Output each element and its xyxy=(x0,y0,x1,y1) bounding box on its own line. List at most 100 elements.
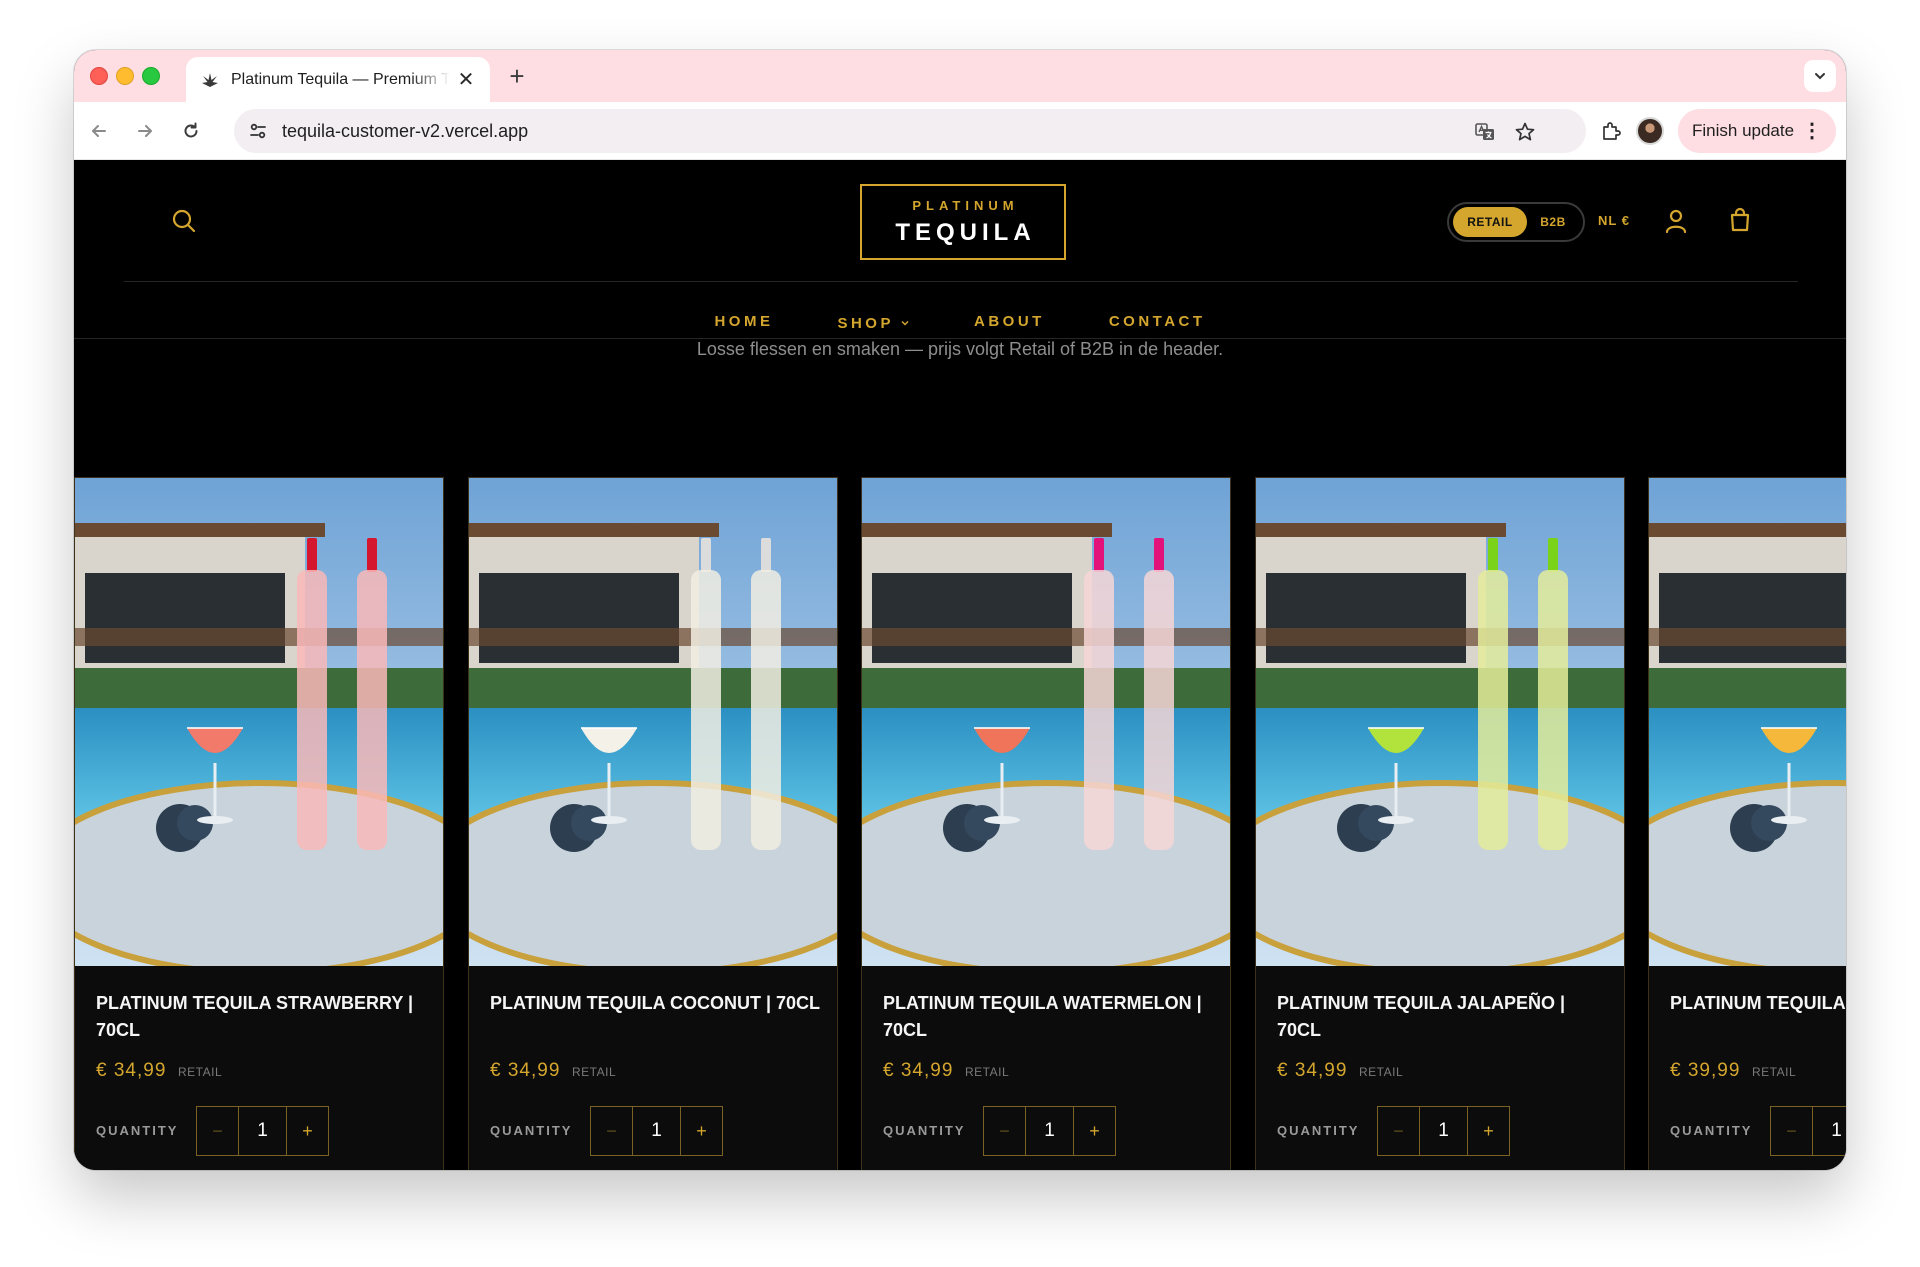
product-card: PLATINUM TEQUILA STRAWBERRY | 70CL € 34,… xyxy=(74,477,444,1170)
increase-quantity-button[interactable]: + xyxy=(286,1107,328,1155)
product-name[interactable]: PLATINUM TEQUILA 70CL xyxy=(1670,990,1846,1017)
product-image[interactable] xyxy=(75,478,443,966)
search-icon xyxy=(172,209,196,233)
decrease-quantity-button[interactable]: − xyxy=(197,1107,239,1155)
quantity-stepper: − 1 + xyxy=(196,1106,329,1156)
quantity-label: QUANTITY xyxy=(1670,1123,1753,1138)
logo-top-text: PLATINUM xyxy=(912,197,1019,213)
product-image[interactable] xyxy=(862,478,1230,966)
nav-shop[interactable]: SHOP xyxy=(837,315,910,332)
increase-quantity-button[interactable]: + xyxy=(1467,1107,1509,1155)
forward-button[interactable] xyxy=(130,116,160,146)
product-name[interactable]: PLATINUM TEQUILA JALAPEÑO | 70CL xyxy=(1277,990,1611,1044)
quantity-input[interactable]: 1 xyxy=(633,1107,680,1155)
account-button[interactable] xyxy=(1662,207,1690,235)
decrease-quantity-button[interactable]: − xyxy=(984,1107,1026,1155)
nav-contact-label: CONTACT xyxy=(1108,312,1206,330)
product-price: € 34,99 xyxy=(1277,1060,1348,1081)
decrease-quantity-button[interactable]: − xyxy=(1378,1107,1420,1155)
tab-strip: Platinum Tequila — Premium Tequila ✕ + xyxy=(74,50,1846,102)
tab-active[interactable]: Platinum Tequila — Premium Tequila ✕ xyxy=(186,57,490,102)
cart-button[interactable] xyxy=(1726,206,1754,234)
product-name[interactable]: PLATINUM TEQUILA COCONUT | 70CL xyxy=(490,990,824,1017)
product-price: € 34,99 xyxy=(490,1060,561,1081)
user-icon xyxy=(1665,209,1687,234)
pricing-mode-toggle: RETAIL B2B xyxy=(1447,202,1585,242)
browser-toolbar: tequila-customer-v2.vercel.app Finish up… xyxy=(74,102,1846,160)
profile-avatar[interactable] xyxy=(1636,117,1664,145)
finish-update-button[interactable]: Finish update ⋮ xyxy=(1678,109,1836,153)
nav-shop-label: SHOP xyxy=(837,314,894,332)
tab-close-icon[interactable]: ✕ xyxy=(456,70,476,90)
shopping-bag-icon xyxy=(1730,207,1750,232)
price-tier-label: RETAIL xyxy=(965,1065,1010,1079)
chevron-down-icon xyxy=(901,320,909,326)
quantity-label: QUANTITY xyxy=(1277,1123,1360,1138)
locale-selector[interactable]: NL € xyxy=(1598,213,1630,228)
product-image[interactable] xyxy=(469,478,837,966)
price-tier-label: RETAIL xyxy=(178,1065,223,1079)
site-logo[interactable]: PLATINUM TEQUILA xyxy=(860,184,1066,260)
price-tier-label: RETAIL xyxy=(1359,1065,1404,1079)
product-image[interactable] xyxy=(1256,478,1624,966)
bookmark-star-icon[interactable] xyxy=(1512,119,1538,145)
product-name[interactable]: PLATINUM TEQUILA STRAWBERRY | 70CL xyxy=(96,990,430,1044)
quantity-input[interactable]: 1 xyxy=(1813,1107,1846,1155)
back-button[interactable] xyxy=(84,116,114,146)
decrease-quantity-button[interactable]: − xyxy=(1771,1107,1813,1155)
product-card: PLATINUM TEQUILA WATERMELON | 70CL € 34,… xyxy=(861,477,1231,1170)
intro-text: Losse flessen en smaken — prijs volgt Re… xyxy=(696,339,1224,359)
nav-contact[interactable]: CONTACT xyxy=(1109,313,1206,330)
arrow-right-icon xyxy=(138,125,152,137)
quantity-stepper: − 1 + xyxy=(590,1106,723,1156)
translate-icon[interactable] xyxy=(1472,119,1498,145)
logo-bottom-text: TEQUILA xyxy=(895,218,1036,246)
new-tab-button[interactable]: + xyxy=(502,62,532,92)
product-card: PLATINUM TEQUILA 70CL € 39,99 RETAIL QUA… xyxy=(1648,477,1846,1170)
quantity-stepper: − 1 + xyxy=(1377,1106,1510,1156)
quantity-input[interactable]: 1 xyxy=(1420,1107,1467,1155)
product-price: € 34,99 xyxy=(883,1060,954,1081)
extensions-button[interactable] xyxy=(1596,116,1626,146)
close-window-button[interactable] xyxy=(90,67,108,85)
agave-favicon-icon xyxy=(200,70,220,90)
product-card: PLATINUM TEQUILA JALAPEÑO | 70CL € 34,99… xyxy=(1255,477,1625,1170)
url-text: tequila-customer-v2.vercel.app xyxy=(282,121,529,141)
more-menu-icon: ⋮ xyxy=(1802,120,1822,142)
quantity-stepper: − 1 + xyxy=(1770,1106,1846,1156)
decrease-quantity-button[interactable]: − xyxy=(591,1107,633,1155)
quantity-label: QUANTITY xyxy=(490,1123,573,1138)
price-tier-label: RETAIL xyxy=(572,1065,617,1079)
quantity-label: QUANTITY xyxy=(883,1123,966,1138)
finish-update-label: Finish update xyxy=(1692,121,1795,140)
puzzle-icon xyxy=(1603,122,1621,140)
nav-about[interactable]: ABOUT xyxy=(974,313,1045,330)
nav-home[interactable]: HOME xyxy=(714,313,773,330)
b2b-mode-button[interactable]: B2B xyxy=(1527,207,1579,237)
increase-quantity-button[interactable]: + xyxy=(680,1107,722,1155)
quantity-stepper: − 1 + xyxy=(983,1106,1116,1156)
product-price: € 39,99 xyxy=(1670,1060,1741,1081)
increase-quantity-button[interactable]: + xyxy=(1073,1107,1115,1155)
product-card: PLATINUM TEQUILA COCONUT | 70CL € 34,99 … xyxy=(468,477,838,1170)
retail-mode-button[interactable]: RETAIL xyxy=(1453,207,1527,237)
product-image[interactable] xyxy=(1649,478,1846,966)
reload-icon xyxy=(184,122,198,138)
product-name[interactable]: PLATINUM TEQUILA WATERMELON | 70CL xyxy=(883,990,1217,1044)
quantity-input[interactable]: 1 xyxy=(1026,1107,1073,1155)
search-button[interactable] xyxy=(170,207,198,235)
maximize-window-button[interactable] xyxy=(142,67,160,85)
nav-home-label: HOME xyxy=(714,312,774,330)
tab-title: Platinum Tequila — Premium Tequila xyxy=(231,70,450,88)
minimize-window-button[interactable] xyxy=(116,67,134,85)
browser-window: Platinum Tequila — Premium Tequila ✕ + t… xyxy=(74,50,1846,1170)
reload-button[interactable] xyxy=(176,116,206,146)
chevron-down-icon xyxy=(1815,73,1825,80)
nav-about-label: ABOUT xyxy=(973,312,1045,330)
address-bar[interactable]: tequila-customer-v2.vercel.app xyxy=(234,109,1586,153)
page-viewport: PLATINUM TEQUILA RETAIL B2B NL € HOME SH… xyxy=(74,161,1846,1170)
tab-search-button[interactable] xyxy=(1804,60,1836,92)
site-info-icon[interactable] xyxy=(244,117,272,145)
arrow-left-icon xyxy=(92,125,106,137)
quantity-input[interactable]: 1 xyxy=(239,1107,286,1155)
